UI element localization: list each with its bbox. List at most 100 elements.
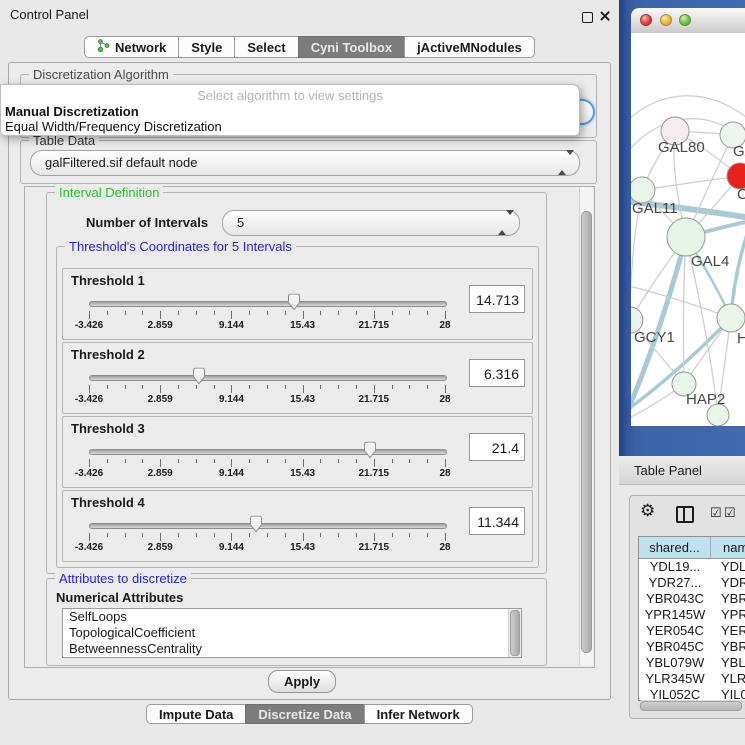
slider-track[interactable] [89,449,447,455]
table-row[interactable]: YDR27...YDR2 [639,575,745,591]
tick-mark [267,385,268,389]
tick-mark [338,533,339,537]
network-node-h[interactable] [717,304,745,332]
tick-mark [125,533,126,537]
group-title: Threshold's Coordinates for 5 Intervals [65,239,296,254]
table-row[interactable]: YBL079WYBL0 [639,655,745,671]
tick-label: 2.859 [148,542,173,553]
close-traffic-light-icon[interactable] [640,14,652,26]
network-node-label: GCY1 [634,329,675,346]
tab-jactivemnodules[interactable]: jActiveMNodules [404,36,535,58]
slider-thumb[interactable] [362,441,378,459]
apply-button[interactable]: Apply [268,670,336,693]
bottom-tab-impute-data[interactable]: Impute Data [146,704,246,724]
slider-track[interactable] [89,375,447,381]
tick-mark [267,311,268,315]
list-item-topologicalcoefficient[interactable]: TopologicalCoefficient [63,625,521,641]
tab-cyni-toolbox[interactable]: Cyni Toolbox [298,36,405,58]
network-canvas[interactable]: GAL80GACGAL11GAL4GCY1HHAP2 [631,33,745,426]
threshold-value-field[interactable]: 21.4 [469,433,525,461]
column-header-shared-name[interactable]: shared... [639,537,711,558]
tick-mark [178,533,179,537]
tick-mark [445,533,446,541]
tab-style[interactable]: Style [178,36,235,58]
horizontal-scrollbar[interactable] [638,700,745,711]
minimize-traffic-light-icon[interactable] [660,14,672,26]
algorithm-option-manual-discretization[interactable]: Manual Discretization [5,104,139,119]
table-row[interactable]: YPR145WYPR1 [639,607,745,623]
threshold-panel-4: Threshold 4-3.4262.8599.14415.4321.71528… [62,490,533,562]
threshold-value-field[interactable]: 11.344 [469,507,525,535]
list-item-betweennesscentrality[interactable]: BetweennessCentrality [63,641,521,657]
tick-mark [285,311,286,315]
slider-track[interactable] [89,523,447,529]
table-row[interactable]: YBR045CYBR0 [639,639,745,655]
table-row[interactable]: YIL052CYIL0 [639,687,745,701]
tab-label: Network [115,40,166,55]
column-header-name[interactable]: name [711,537,745,558]
tick-mark [231,533,232,541]
tick-mark [89,311,90,319]
attributes-list[interactable]: SelfLoopsTopologicalCoefficientBetweenne… [62,608,522,658]
close-icon[interactable] [598,9,611,22]
threshold-value-field[interactable]: 6.316 [469,359,525,387]
table-header-row[interactable]: shared... name [639,537,745,559]
tick-mark [107,459,108,463]
number-of-intervals-combobox[interactable]: 5 [222,210,520,236]
tick-label: 21.715 [359,468,390,479]
float-window-icon[interactable] [582,12,593,23]
table-row[interactable]: YER054CYER0 [639,623,745,639]
tab-network[interactable]: Network [84,36,179,58]
table-row[interactable]: YLR345WYLR3 [639,671,745,687]
threshold-label: Threshold 4 [71,495,145,510]
slider-thumb[interactable] [191,367,207,385]
tick-mark [356,533,357,537]
slider-thumb[interactable] [286,293,302,311]
vertical-scrollbar[interactable] [579,187,593,665]
scrollbar-thumb[interactable] [640,701,742,711]
tick-mark [89,385,90,393]
table-row[interactable]: YDL19...YDL1 [639,559,745,575]
tick-mark [231,459,232,467]
zoom-traffic-light-icon[interactable] [679,14,691,26]
list-item-selfloops[interactable]: SelfLoops [63,609,521,625]
tab-select[interactable]: Select [234,36,298,58]
tick-mark [409,459,410,463]
cell-name: YLR3 [711,671,745,687]
scrollbar-thumb[interactable] [581,211,592,653]
split-columns-icon[interactable] [676,506,694,523]
network-edge[interactable] [642,176,740,190]
cell-shared-name: YBL079W [639,655,711,671]
tick-mark [196,459,197,463]
network-node-gal4[interactable] [667,218,705,256]
slider-thumb[interactable] [248,515,264,533]
tick-mark [249,533,250,537]
tick-mark [89,459,90,467]
threshold-value-field[interactable]: 14.713 [469,285,525,313]
table-panel-title: Table Panel [634,463,702,478]
algorithm-option-equal-width-frequency-discretization[interactable]: Equal Width/Frequency Discretization [5,119,222,134]
tick-mark [107,533,108,537]
threshold-panel-2: Threshold 2-3.4262.8599.14415.4321.71528… [62,342,533,414]
tick-mark [196,385,197,389]
tick-mark [196,533,197,537]
checkbox-icon[interactable]: ☑ [710,505,722,521]
scrollbar-thumb[interactable] [510,610,520,656]
tick-mark [427,459,428,463]
table-row[interactable]: YBR043CYBR0 [639,591,745,607]
cell-shared-name: YDR27... [639,575,711,591]
cell-shared-name: YLR345W [639,671,711,687]
network-window-titlebar[interactable] [631,8,745,34]
list-scrollbar[interactable] [508,609,521,657]
application-window: Control Panel NetworkStyleSelectCyni Too… [0,0,745,745]
tick-mark [160,385,161,393]
checkbox-icon[interactable]: ☑ [724,505,736,521]
cell-name: YBL0 [711,655,745,671]
table-data-combobox[interactable]: galFiltered.sif default node [30,150,580,176]
tick-label: -3.426 [75,468,103,479]
slider-track[interactable] [89,301,447,307]
bottom-tab-discretize-data[interactable]: Discretize Data [245,704,364,724]
node-table[interactable]: shared... name YDL19...YDL1YDR27...YDR2Y… [638,536,745,701]
gear-icon[interactable]: ⚙ [640,501,655,521]
bottom-tab-infer-network[interactable]: Infer Network [364,704,473,724]
